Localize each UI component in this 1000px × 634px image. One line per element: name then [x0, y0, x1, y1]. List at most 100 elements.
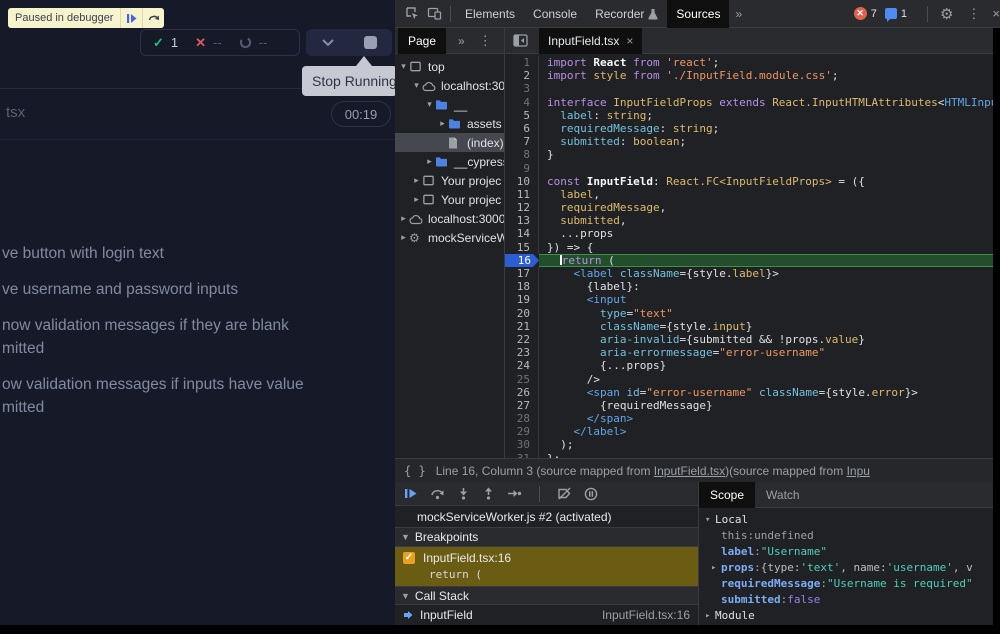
code-line[interactable]: 11 label,: [505, 188, 1000, 201]
line-number[interactable]: 22: [505, 333, 539, 346]
more-tabs-chevron[interactable]: »: [729, 7, 748, 21]
chevron-right-icon[interactable]: ▸: [411, 194, 422, 205]
chevron-down-icon[interactable]: ▾: [398, 61, 409, 72]
tab-scope[interactable]: Scope: [699, 482, 755, 508]
code-line[interactable]: 30 );: [505, 438, 1000, 451]
chevron-right-icon[interactable]: ▸: [398, 232, 409, 243]
test-list-item[interactable]: ve button with login text: [2, 242, 395, 265]
step-into-icon[interactable]: [457, 487, 470, 500]
code-line[interactable]: 15}) => {: [505, 241, 1000, 254]
line-number[interactable]: 18: [505, 280, 539, 293]
line-number[interactable]: 3: [505, 82, 539, 95]
code-line[interactable]: 25 />: [505, 373, 1000, 386]
pretty-print-icon[interactable]: { }: [404, 464, 426, 478]
test-list-item[interactable]: ve username and password inputs: [2, 278, 395, 301]
execution-line-number[interactable]: 16: [505, 254, 539, 267]
code-line[interactable]: 10const InputField: React.FC<InputFieldP…: [505, 175, 1000, 188]
code-line[interactable]: 4interface InputFieldProps extends React…: [505, 96, 1000, 109]
line-number[interactable]: 10: [505, 175, 539, 188]
line-number[interactable]: 2: [505, 69, 539, 82]
code-line[interactable]: 18 {label}:: [505, 280, 1000, 293]
code-line[interactable]: 12 requiredMessage,: [505, 201, 1000, 214]
callstack-section-header[interactable]: ▼ Call Stack: [395, 587, 698, 606]
code-line[interactable]: 23 aria-errormessage="error-username": [505, 346, 1000, 359]
code-line[interactable]: 24 {...props}: [505, 359, 1000, 372]
line-number[interactable]: 23: [505, 346, 539, 359]
code-line[interactable]: 21 className={style.input}: [505, 320, 1000, 333]
settings-gear-icon[interactable]: ⚙: [940, 5, 953, 23]
callstack-frame[interactable]: InputField InputField.tsx:16: [395, 605, 698, 625]
chevron-down-icon[interactable]: [306, 29, 349, 56]
issues-badge[interactable]: 1: [881, 8, 911, 20]
code-line[interactable]: 14 ...props: [505, 227, 1000, 240]
breakpoint-checkbox[interactable]: ✓: [403, 552, 415, 564]
line-number[interactable]: 6: [505, 122, 539, 135]
line-number[interactable]: 25: [505, 373, 539, 386]
navigator-kebab-icon[interactable]: ⋮: [479, 33, 492, 49]
step-out-icon[interactable]: [482, 487, 495, 500]
code-line[interactable]: 2import style from './InputField.module.…: [505, 69, 1000, 82]
line-number[interactable]: 13: [505, 214, 539, 227]
tree-item-mockservicew[interactable]: ▸⚙mockServiceW: [395, 228, 504, 247]
tree-item-your-projec[interactable]: ▸Your projec: [395, 190, 504, 209]
stop-button[interactable]: [349, 29, 392, 56]
thread-row[interactable]: mockServiceWorker.js #2 (activated): [395, 506, 698, 528]
inspect-element-icon[interactable]: [401, 6, 423, 21]
code-line[interactable]: 7 submitted: boolean;: [505, 135, 1000, 148]
line-number[interactable]: 27: [505, 399, 539, 412]
spec-filename[interactable]: tsx: [6, 104, 25, 121]
step-icon[interactable]: [507, 487, 522, 500]
scope-var-label[interactable]: label: "Username": [699, 544, 1000, 560]
close-tab-icon[interactable]: ×: [626, 34, 633, 48]
tree-item-top[interactable]: ▾top: [395, 57, 504, 76]
chevron-down-icon[interactable]: ▾: [411, 80, 422, 91]
line-number[interactable]: 31: [505, 452, 539, 458]
line-number[interactable]: 12: [505, 201, 539, 214]
scope-local-header[interactable]: ▾Local: [699, 512, 1000, 528]
kebab-menu-icon[interactable]: ⋮: [967, 6, 980, 22]
scope-module-header[interactable]: ▸Module: [699, 608, 1000, 624]
source-map-link[interactable]: Inpu: [847, 464, 870, 478]
code-line[interactable]: 13 submitted,: [505, 214, 1000, 227]
scope-var-props[interactable]: ▸props: {type: 'text', name: 'username',…: [699, 560, 1000, 576]
tree-item-localhost-3000[interactable]: ▸localhost:3000: [395, 209, 504, 228]
code-line[interactable]: 29 </label>: [505, 425, 1000, 438]
chevron-right-icon[interactable]: ▸: [398, 213, 409, 224]
breakpoints-section-header[interactable]: ▼ Breakpoints: [395, 528, 698, 547]
tree-item-assets[interactable]: ▸assets: [395, 114, 504, 133]
device-toolbar-icon[interactable]: [423, 6, 445, 21]
code-line[interactable]: 17 <label className={style.label}>: [505, 267, 1000, 280]
code-line[interactable]: 5 label: string;: [505, 109, 1000, 122]
close-icon[interactable]: ×: [992, 6, 1000, 21]
source-map-link[interactable]: InputField.tsx: [654, 464, 725, 478]
code-line[interactable]: 19 <input: [505, 293, 1000, 306]
pause-on-exceptions-icon[interactable]: [584, 487, 598, 501]
code-line[interactable]: 26 <span id="error-username" className={…: [505, 386, 1000, 399]
code-line[interactable]: 20 type="text": [505, 307, 1000, 320]
line-number[interactable]: 15: [505, 241, 539, 254]
breakpoint-entry[interactable]: ✓ InputField.tsx:16 return (: [395, 547, 698, 587]
step-over-icon[interactable]: [142, 8, 164, 28]
chevron-down-icon[interactable]: ▾: [424, 99, 435, 110]
line-number[interactable]: 21: [505, 320, 539, 333]
tree-item--[interactable]: ▾__: [395, 95, 504, 114]
code-line[interactable]: 27 {requiredMessage}: [505, 399, 1000, 412]
code-line[interactable]: 1import React from 'react';: [505, 56, 1000, 69]
line-number[interactable]: 26: [505, 386, 539, 399]
tree-item-localhost-30[interactable]: ▾localhost:30: [395, 76, 504, 95]
test-list-item[interactable]: now validation messages if they are blan…: [2, 314, 395, 360]
code-line[interactable]: 28 </span>: [505, 412, 1000, 425]
code-line[interactable]: 3: [505, 82, 1000, 95]
editor-tab-inputfield[interactable]: InputField.tsx ×: [539, 28, 642, 54]
line-number[interactable]: 7: [505, 135, 539, 148]
line-number[interactable]: 24: [505, 359, 539, 372]
line-number[interactable]: 4: [505, 96, 539, 109]
code-line[interactable]: 8}: [505, 148, 1000, 161]
line-number[interactable]: 5: [505, 109, 539, 122]
resume-icon[interactable]: [120, 8, 142, 28]
line-number[interactable]: 8: [505, 148, 539, 161]
code-line[interactable]: 6 requiredMessage: string;: [505, 122, 1000, 135]
line-number[interactable]: 19: [505, 293, 539, 306]
line-number[interactable]: 1: [505, 56, 539, 69]
code-line[interactable]: 16 return (: [505, 254, 1000, 267]
